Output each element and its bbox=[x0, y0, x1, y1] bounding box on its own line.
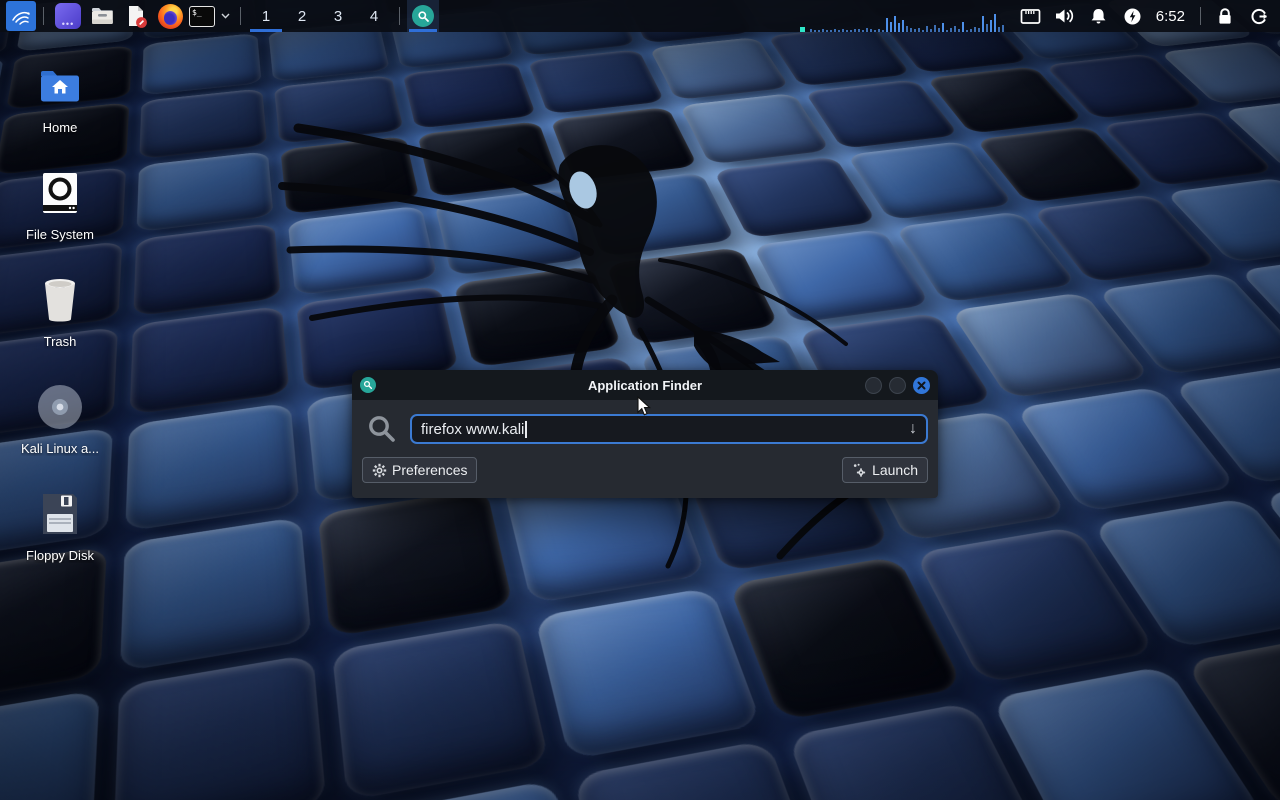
power-manager-tray-button[interactable] bbox=[1116, 0, 1150, 32]
network-icon bbox=[1020, 8, 1041, 25]
home-folder-icon bbox=[39, 60, 81, 112]
kali-dragon-icon bbox=[9, 4, 33, 28]
workspace-1[interactable]: 1 bbox=[248, 0, 284, 32]
firefox-icon bbox=[158, 4, 183, 29]
desktop-icon-trash[interactable]: Trash bbox=[0, 266, 120, 373]
panel-separator bbox=[399, 7, 400, 25]
window-icon-application-finder bbox=[360, 377, 376, 393]
launch-run-icon bbox=[852, 463, 867, 478]
notifications-bell-icon bbox=[1089, 7, 1108, 26]
active-window-indicator bbox=[409, 29, 437, 32]
close-button[interactable] bbox=[913, 377, 930, 394]
history-dropdown-icon[interactable]: ↓ bbox=[909, 420, 917, 438]
dashboard-icon: ••• bbox=[55, 3, 81, 29]
close-icon bbox=[917, 381, 926, 390]
floppy-disk-icon bbox=[39, 488, 81, 540]
launcher-text-editor[interactable] bbox=[119, 0, 153, 32]
desktop-icon-home[interactable]: Home bbox=[0, 52, 120, 159]
lock-screen-button[interactable] bbox=[1208, 0, 1242, 32]
panel-separator bbox=[1200, 7, 1201, 25]
desktop-icon-kali-linux-cd[interactable]: Kali Linux a... bbox=[0, 373, 120, 480]
desktop-icon-column: Home File System Trash bbox=[0, 52, 120, 587]
application-finder-icon bbox=[412, 5, 434, 27]
text-editor-icon bbox=[123, 3, 149, 29]
launcher-terminal[interactable]: $_ bbox=[187, 0, 217, 32]
launcher-dashboard[interactable]: ••• bbox=[51, 0, 85, 32]
search-icon bbox=[362, 414, 402, 444]
terminal-dropdown[interactable] bbox=[217, 0, 233, 32]
launch-button[interactable]: Launch bbox=[842, 457, 928, 483]
launcher-file-manager[interactable] bbox=[85, 0, 119, 32]
text-caret bbox=[525, 421, 527, 438]
window-title: Application Finder bbox=[352, 378, 938, 393]
notifications-tray-button[interactable] bbox=[1082, 0, 1116, 32]
file-manager-icon bbox=[89, 4, 115, 28]
workspace-4[interactable]: 4 bbox=[356, 0, 392, 32]
power-manager-icon bbox=[1123, 7, 1142, 26]
panel-separator bbox=[240, 7, 241, 25]
hard-drive-icon bbox=[39, 167, 81, 219]
taskbar-application-finder[interactable] bbox=[407, 0, 439, 32]
launcher-firefox[interactable] bbox=[153, 0, 187, 32]
kali-menu-button[interactable] bbox=[6, 1, 36, 31]
active-workspace-indicator bbox=[250, 29, 282, 32]
volume-icon bbox=[1054, 7, 1076, 25]
workspace-2[interactable]: 2 bbox=[284, 0, 320, 32]
logout-button[interactable] bbox=[1242, 0, 1276, 32]
gear-icon bbox=[372, 463, 387, 478]
workspace-3[interactable]: 3 bbox=[320, 0, 356, 32]
mouse-cursor bbox=[637, 396, 652, 417]
search-input[interactable]: firefox www.kali ↓ bbox=[410, 414, 928, 444]
maximize-button[interactable] bbox=[889, 377, 906, 394]
panel-separator bbox=[43, 7, 44, 25]
audio-visualizer bbox=[800, 0, 1004, 32]
logout-icon bbox=[1250, 7, 1269, 26]
lock-icon bbox=[1216, 7, 1234, 26]
top-panel: ••• $_ 1 2 3 bbox=[0, 0, 1280, 32]
minimize-button[interactable] bbox=[865, 377, 882, 394]
clock[interactable]: 6:52 bbox=[1150, 8, 1193, 25]
network-tray-button[interactable] bbox=[1014, 0, 1048, 32]
cdrom-disc-icon bbox=[36, 381, 84, 433]
desktop-icon-file-system[interactable]: File System bbox=[0, 159, 120, 266]
search-input-value: firefox www.kali bbox=[421, 421, 524, 438]
desktop-icon-floppy-disk[interactable]: Floppy Disk bbox=[0, 480, 120, 587]
terminal-icon: $_ bbox=[189, 6, 215, 27]
chevron-down-icon bbox=[221, 13, 230, 19]
application-finder-window: Application Finder bbox=[352, 370, 938, 498]
volume-tray-button[interactable] bbox=[1048, 0, 1082, 32]
trash-icon bbox=[40, 274, 80, 326]
preferences-button[interactable]: Preferences bbox=[362, 457, 477, 483]
